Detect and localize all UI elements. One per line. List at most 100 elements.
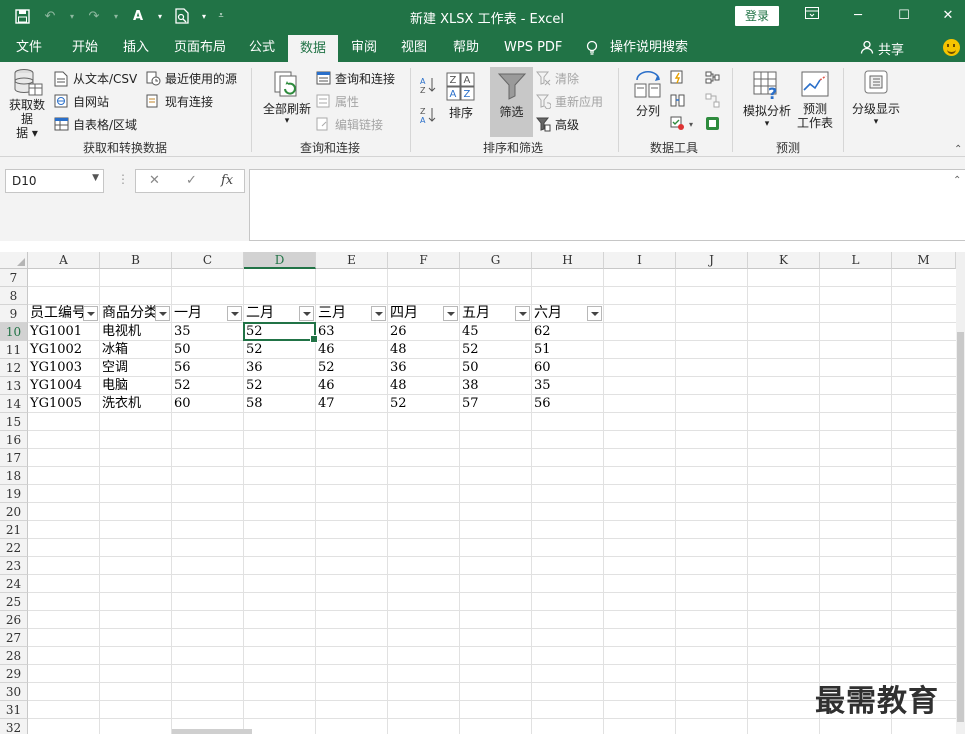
close-icon[interactable]: ✕ xyxy=(938,6,958,26)
table-cell[interactable]: YG1002 xyxy=(28,341,99,359)
row-header-14[interactable]: 14 xyxy=(0,395,28,413)
row-header-22[interactable]: 22 xyxy=(0,539,28,557)
table-cell[interactable]: 60 xyxy=(532,359,603,377)
table-cell[interactable]: 35 xyxy=(532,377,603,395)
table-cell[interactable]: YG1004 xyxy=(28,377,99,395)
column-header-f[interactable]: F xyxy=(388,252,460,269)
row-header-15[interactable]: 15 xyxy=(0,413,28,431)
ribbon-display-icon[interactable] xyxy=(802,6,822,26)
feedback-smiley-icon[interactable] xyxy=(943,39,960,56)
row-header-28[interactable]: 28 xyxy=(0,647,28,665)
active-cell-selection[interactable] xyxy=(243,322,318,343)
row-header-8[interactable]: 8 xyxy=(0,287,28,305)
table-cell[interactable]: 26 xyxy=(388,323,459,341)
tab-page-layout[interactable]: 页面布局 xyxy=(172,33,228,62)
outline-button[interactable]: 分级显示 ▾ xyxy=(850,68,902,127)
collapse-ribbon-icon[interactable]: ⌃ xyxy=(954,144,962,155)
login-button[interactable]: 登录 xyxy=(735,6,779,26)
row-header-12[interactable]: 12 xyxy=(0,359,28,377)
cancel-icon[interactable]: ✕ xyxy=(149,173,160,188)
row-header-30[interactable]: 30 xyxy=(0,683,28,701)
save-icon[interactable] xyxy=(12,7,32,25)
row-header-24[interactable]: 24 xyxy=(0,575,28,593)
tab-home[interactable]: 开始 xyxy=(70,33,100,62)
table-cell[interactable]: 35 xyxy=(172,323,243,341)
row-header-32[interactable]: 32 xyxy=(0,719,28,734)
name-box-dropdown-icon[interactable]: ▼ xyxy=(92,173,99,183)
row-header-7[interactable]: 7 xyxy=(0,269,28,287)
tab-file[interactable]: 文件 xyxy=(14,33,44,62)
remove-duplicates-button[interactable] xyxy=(670,93,686,109)
preview-dropdown-icon[interactable]: ▾ xyxy=(200,7,208,25)
table-cell[interactable]: 51 xyxy=(532,341,603,359)
column-header-l[interactable]: L xyxy=(820,252,892,269)
row-header-17[interactable]: 17 xyxy=(0,449,28,467)
table-cell[interactable]: 洗衣机 xyxy=(100,395,171,413)
table-cell[interactable]: 57 xyxy=(460,395,531,413)
table-cell[interactable]: 45 xyxy=(460,323,531,341)
row-header-25[interactable]: 25 xyxy=(0,593,28,611)
from-web-button[interactable]: 自网站 xyxy=(54,93,109,110)
edit-links-button[interactable]: 编辑链接 xyxy=(316,116,383,133)
filter-dropdown-button[interactable] xyxy=(587,306,602,321)
table-cell[interactable]: 52 xyxy=(244,377,315,395)
sort-button[interactable]: ZAAZ 排序 xyxy=(444,72,478,121)
column-header-k[interactable]: K xyxy=(748,252,820,269)
column-header-b[interactable]: B xyxy=(100,252,172,269)
table-cell[interactable]: 56 xyxy=(532,395,603,413)
tab-wps-pdf[interactable]: WPS PDF xyxy=(502,33,564,62)
row-header-23[interactable]: 23 xyxy=(0,557,28,575)
filter-dropdown-button[interactable] xyxy=(443,306,458,321)
worksheet-grid[interactable]: A B C D E F G H I J K L M 7 8 9 10 11 12 13 14 15 16 17 18 19 20 21… xyxy=(0,252,956,734)
row-header-21[interactable]: 21 xyxy=(0,521,28,539)
data-validation-button[interactable]: ▾ xyxy=(670,116,693,132)
text-to-columns-button[interactable]: 分列 xyxy=(630,70,666,119)
filter-dropdown-button[interactable] xyxy=(155,306,170,321)
properties-button[interactable]: 属性 xyxy=(316,93,359,110)
insert-function-icon[interactable]: fx xyxy=(221,173,233,188)
tab-formulas[interactable]: 公式 xyxy=(247,33,277,62)
sort-za-button[interactable]: ZA xyxy=(420,106,436,125)
refresh-dropdown-icon[interactable]: ▾ xyxy=(258,116,316,126)
customize-qat-icon[interactable]: ⩡ xyxy=(216,7,226,25)
outline-dropdown-icon[interactable]: ▾ xyxy=(850,117,902,127)
minimize-icon[interactable]: ─ xyxy=(848,6,868,26)
tab-help[interactable]: 帮助 xyxy=(451,33,481,62)
filter-dropdown-button[interactable] xyxy=(299,306,314,321)
column-header-e[interactable]: E xyxy=(316,252,388,269)
reapply-button[interactable]: 重新应用 xyxy=(535,93,603,110)
formula-expand-icon[interactable]: ⌃ xyxy=(953,175,961,186)
row-header-26[interactable]: 26 xyxy=(0,611,28,629)
table-cell[interactable]: 电视机 xyxy=(100,323,171,341)
touch-dropdown-icon[interactable]: ▾ xyxy=(156,7,164,25)
table-cell[interactable]: 48 xyxy=(388,341,459,359)
from-text-csv-button[interactable]: 从文本/CSV xyxy=(54,70,137,87)
existing-connections-button[interactable]: 现有连接 xyxy=(146,93,213,110)
manage-data-model-button[interactable] xyxy=(705,116,721,132)
table-cell[interactable]: 50 xyxy=(172,341,243,359)
undo-icon[interactable]: ↶ xyxy=(40,7,60,25)
redo-icon[interactable]: ↷ xyxy=(84,7,104,25)
table-cell[interactable]: 38 xyxy=(460,377,531,395)
column-header-d[interactable]: D xyxy=(244,252,316,269)
filter-dropdown-button[interactable] xyxy=(83,306,98,321)
row-header-9[interactable]: 9 xyxy=(0,305,28,323)
enter-check-icon[interactable]: ✓ xyxy=(186,173,197,188)
get-data-button[interactable]: 获取数据 据 ▾ xyxy=(5,66,49,140)
recent-sources-button[interactable]: 最近使用的源 xyxy=(146,70,237,87)
row-header-20[interactable]: 20 xyxy=(0,503,28,521)
row-header-10[interactable]: 10 xyxy=(0,323,28,341)
tab-view[interactable]: 视图 xyxy=(399,33,429,62)
what-if-dropdown-icon[interactable]: ▾ xyxy=(740,119,794,129)
column-header-h[interactable]: H xyxy=(532,252,604,269)
tab-insert[interactable]: 插入 xyxy=(121,33,151,62)
table-cell[interactable]: YG1005 xyxy=(28,395,99,413)
tell-me-search[interactable]: 操作说明搜索 xyxy=(608,33,690,62)
scrollbar-thumb[interactable] xyxy=(957,332,964,722)
row-header-31[interactable]: 31 xyxy=(0,701,28,719)
formula-input[interactable] xyxy=(249,169,965,241)
row-header-13[interactable]: 13 xyxy=(0,377,28,395)
column-header-m[interactable]: M xyxy=(892,252,956,269)
filter-dropdown-button[interactable] xyxy=(371,306,386,321)
table-cell[interactable]: 冰箱 xyxy=(100,341,171,359)
